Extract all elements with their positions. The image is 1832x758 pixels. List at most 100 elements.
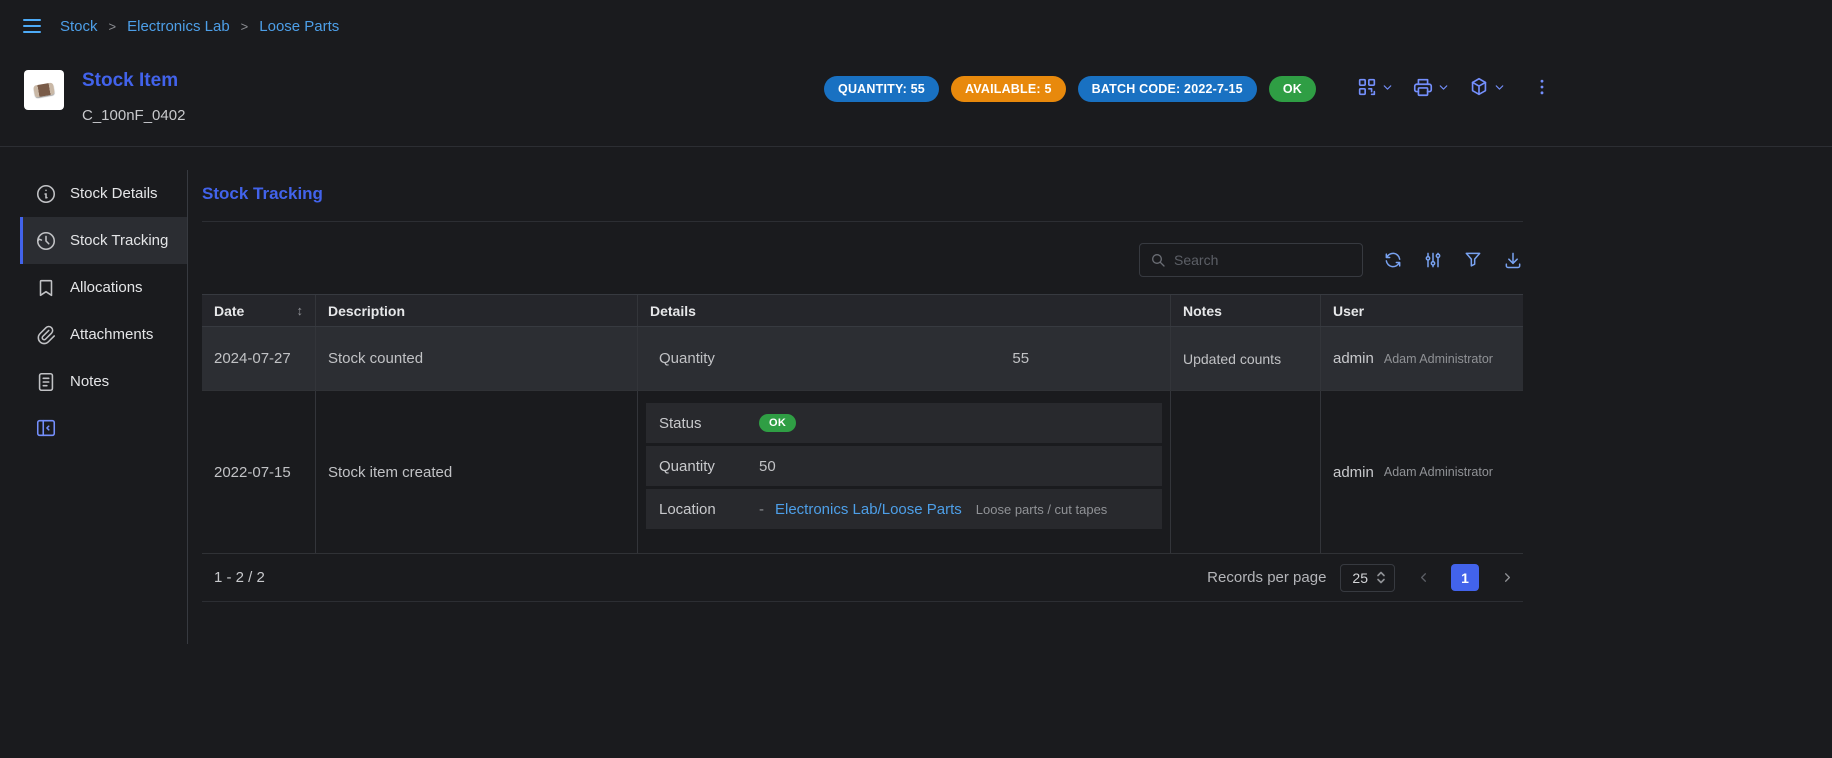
search-box (1139, 243, 1363, 277)
sidebar-item-attachments[interactable]: Attachments (20, 311, 187, 358)
location-prefix: - (759, 501, 764, 518)
sidebar-item-label: Allocations (70, 279, 143, 296)
filter-button[interactable] (1463, 250, 1483, 270)
page-1-button[interactable]: 1 (1451, 564, 1479, 591)
column-header-date[interactable]: Date ↕ (202, 295, 315, 326)
detail-value: 55 (884, 350, 1158, 367)
title-block: Stock Item C_100nF_0402 (82, 70, 185, 124)
cell-date: 2024-07-27 (202, 327, 315, 390)
sidebar-item-notes[interactable]: Notes (20, 358, 187, 405)
batch-code-badge: BATCH CODE: 2022-7-15 (1078, 76, 1257, 102)
main-content: Stock Tracking (188, 170, 1523, 602)
chevron-down-icon (1493, 81, 1506, 94)
detail-line-quantity: Quantity 50 (646, 446, 1162, 486)
breadcrumb: Stock > Electronics Lab > Loose Parts (60, 18, 339, 35)
breadcrumb-link-loose-parts[interactable]: Loose Parts (259, 18, 339, 35)
capacitor-image (33, 82, 55, 97)
more-options-button[interactable] (1532, 77, 1552, 97)
stock-item-thumbnail[interactable] (24, 70, 64, 110)
quantity-badge: QUANTITY: 55 (824, 76, 939, 102)
topbar: Stock > Electronics Lab > Loose Parts (0, 0, 1832, 52)
previous-page-button[interactable] (1409, 564, 1437, 591)
detail-value: 50 (759, 458, 776, 475)
info-circle-icon (35, 183, 57, 205)
sidebar: Stock Details Stock Tracking Allocations… (20, 170, 188, 644)
divider (202, 221, 1523, 222)
details-subtable: Status OK Quantity 50 Location - Electro… (646, 403, 1162, 529)
bookmark-icon (35, 277, 57, 299)
refresh-button[interactable] (1383, 250, 1403, 270)
cell-date: 2022-07-15 (202, 391, 315, 553)
cell-details: Quantity 55 (637, 327, 1170, 390)
status-ok-chip: OK (759, 414, 796, 432)
table-toolbar (202, 243, 1523, 277)
chevron-down-icon (1381, 81, 1394, 94)
column-header-details: Details (637, 295, 1170, 326)
breadcrumb-link-electronics-lab[interactable]: Electronics Lab (127, 18, 230, 35)
history-icon (35, 230, 57, 252)
select-carets-icon (1376, 570, 1386, 585)
sidebar-item-label: Stock Details (70, 185, 158, 202)
search-input[interactable] (1174, 252, 1352, 268)
chevron-down-icon (1437, 81, 1450, 94)
table-options-button[interactable] (1423, 250, 1443, 270)
dots-vertical-icon (1532, 77, 1552, 97)
sidebar-item-label: Attachments (70, 326, 153, 343)
page-header: Stock Item C_100nF_0402 QUANTITY: 55 AVA… (0, 52, 1832, 147)
menu-icon[interactable] (20, 14, 44, 38)
sidebar-item-stock-tracking[interactable]: Stock Tracking (20, 217, 187, 264)
detail-line-status: Status OK (646, 403, 1162, 443)
status-ok-badge: OK (1269, 76, 1316, 102)
sidebar-collapse-icon (35, 417, 57, 439)
location-description: Loose parts / cut tapes (976, 502, 1108, 517)
table-footer: 1 - 2 / 2 Records per page 25 (202, 554, 1523, 602)
cell-user: admin Adam Administrator (1320, 327, 1523, 390)
sidebar-item-label: Stock Tracking (70, 232, 168, 249)
paperclip-icon (35, 324, 57, 346)
section-title: Stock Tracking (202, 184, 1523, 204)
breadcrumb-link-stock[interactable]: Stock (60, 18, 98, 35)
next-page-button[interactable] (1493, 564, 1521, 591)
cell-description: Stock item created (315, 391, 637, 553)
detail-key: Quantity (659, 350, 884, 367)
print-actions-button[interactable] (1412, 76, 1450, 98)
detail-key: Quantity (659, 458, 759, 475)
stock-actions-button[interactable] (1468, 76, 1506, 98)
cell-user: admin Adam Administrator (1320, 391, 1523, 553)
page-body: Stock Details Stock Tracking Allocations… (0, 147, 1832, 644)
header-actions (1356, 76, 1552, 98)
available-badge: AVAILABLE: 5 (951, 76, 1066, 102)
download-button[interactable] (1503, 250, 1523, 270)
sort-icon[interactable]: ↕ (297, 303, 304, 318)
sidebar-item-allocations[interactable]: Allocations (20, 264, 187, 311)
search-icon (1150, 252, 1166, 268)
status-badges: QUANTITY: 55 AVAILABLE: 5 BATCH CODE: 20… (824, 76, 1316, 102)
stock-tracking-table: Date ↕ Description Details Notes User 20… (202, 294, 1523, 602)
username: admin (1333, 464, 1374, 481)
stock-actions-icon (1468, 76, 1490, 98)
location-link[interactable]: Electronics Lab/Loose Parts (775, 501, 962, 518)
sidebar-item-label: Notes (70, 373, 109, 390)
chevron-right-icon (1500, 570, 1515, 585)
cell-description: Stock counted (315, 327, 637, 390)
notes-icon (35, 371, 57, 393)
cell-notes (1170, 391, 1320, 553)
detail-line-location: Location - Electronics Lab/Loose Parts L… (646, 489, 1162, 529)
cell-details: Status OK Quantity 50 Location - Electro… (637, 391, 1170, 553)
sidebar-collapse-button[interactable] (20, 417, 187, 439)
page-title: Stock Item (82, 70, 185, 92)
username: admin (1333, 350, 1374, 367)
stock-item-page: Stock > Electronics Lab > Loose Parts St… (0, 0, 1832, 758)
breadcrumb-separator: > (109, 19, 117, 34)
barcode-actions-button[interactable] (1356, 76, 1394, 98)
pagination-controls: Records per page 25 1 (1207, 564, 1521, 592)
cell-notes: Updated counts (1170, 327, 1320, 390)
record-range: 1 - 2 / 2 (214, 569, 265, 586)
records-per-page-select[interactable]: 25 (1340, 564, 1395, 592)
table-row: 2022-07-15 Stock item created Status OK … (202, 391, 1523, 554)
column-header-user: User (1320, 295, 1523, 326)
chevron-left-icon (1416, 570, 1431, 585)
detail-key: Status (659, 415, 759, 432)
sidebar-item-stock-details[interactable]: Stock Details (20, 170, 187, 217)
qrcode-actions-icon (1356, 76, 1378, 98)
